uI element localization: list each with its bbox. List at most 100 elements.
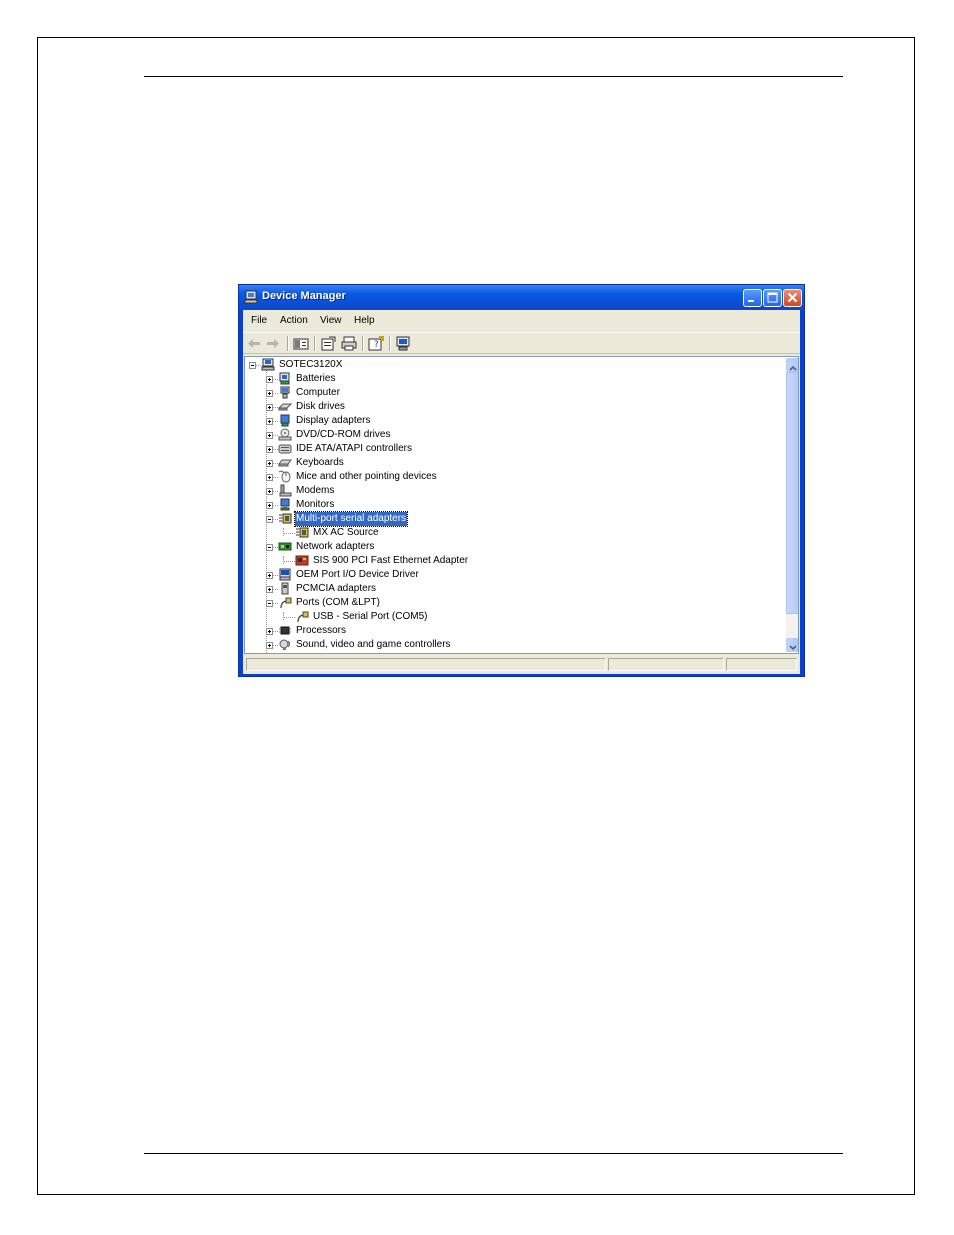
tree-row[interactable]: Modems (245, 484, 785, 498)
expand-toggle[interactable] (266, 572, 273, 579)
tree-row[interactable]: Keyboards (245, 456, 785, 470)
scroll-thumb[interactable] (786, 372, 798, 614)
menu-view[interactable]: View (320, 315, 342, 326)
toolbar: ? (243, 332, 800, 354)
tree-row[interactable]: OEM Port I/O Device Driver (245, 568, 785, 582)
serial-adapter-icon (279, 513, 292, 524)
menu-bar: File Action View Help (243, 310, 800, 332)
tree-row-child[interactable]: MX AC Source (245, 526, 785, 540)
forward-arrow-icon[interactable] (265, 336, 281, 351)
scroll-up-button[interactable] (786, 358, 798, 372)
collapse-toggle[interactable] (249, 362, 256, 369)
properties-icon[interactable] (320, 336, 336, 351)
vertical-scrollbar[interactable] (786, 358, 798, 652)
menu-file[interactable]: File (251, 315, 267, 326)
ide-controller-icon (278, 444, 292, 454)
expand-toggle[interactable] (266, 460, 273, 467)
scan-hardware-icon[interactable] (395, 336, 411, 351)
computer-icon (261, 358, 275, 371)
help-icon[interactable]: ? (368, 336, 384, 351)
expand-toggle[interactable] (266, 502, 273, 509)
tree-row[interactable]: Ports (COM &LPT) (245, 596, 785, 610)
tree-label: DVD/CD-ROM drives (296, 429, 391, 440)
cdrom-icon (278, 428, 292, 441)
expand-toggle[interactable] (266, 446, 273, 453)
computer-icon (280, 386, 290, 399)
tree-row[interactable]: DVD/CD-ROM drives (245, 428, 785, 442)
tree-label-child: USB - Serial Port (COM5) (313, 611, 428, 622)
tree-row[interactable]: Processors (245, 624, 785, 638)
show-hide-tree-icon[interactable] (293, 336, 309, 351)
collapse-toggle[interactable] (266, 600, 273, 607)
back-arrow-icon[interactable] (246, 336, 262, 351)
tree-label: Processors (296, 625, 347, 636)
keyboard-icon (278, 459, 292, 467)
expand-toggle[interactable] (266, 432, 273, 439)
tree-label: Network adapters (296, 541, 375, 552)
print-icon[interactable] (341, 336, 357, 351)
processor-icon (279, 626, 291, 635)
close-icon (787, 292, 798, 303)
device-tree[interactable]: SOTEC3120X Batteries Computer Disk drive… (244, 356, 799, 654)
chevron-down-icon (789, 645, 797, 651)
header-rule (144, 76, 843, 77)
tree-label: Mice and other pointing devices (296, 471, 437, 482)
tree-guide-line (283, 561, 295, 562)
expand-toggle[interactable] (266, 390, 273, 397)
sound-icon (279, 639, 290, 650)
monitor-icon (280, 498, 290, 511)
tree-row[interactable]: Sound, video and game controllers (245, 638, 785, 652)
modem-icon (279, 484, 292, 497)
device-manager-window: Device Manager File Action View Help ? S… (238, 284, 805, 677)
tree-row[interactable]: Batteries (245, 372, 785, 386)
network-card-icon (295, 555, 309, 566)
port-icon (280, 597, 292, 609)
disk-drive-icon (278, 403, 292, 411)
window-client: File Action View Help ? SOTEC3120X Batte… (243, 310, 800, 674)
title-bar[interactable]: Device Manager (239, 285, 804, 310)
tree-row[interactable]: Monitors (245, 498, 785, 512)
tree-label-root: SOTEC3120X (279, 359, 343, 370)
tree-label-selected: Multi-port serial adapters (293, 511, 409, 527)
maximize-icon (767, 292, 778, 303)
expand-toggle[interactable] (266, 376, 273, 383)
tree-row[interactable]: Network adapters (245, 540, 785, 554)
footer-rule (144, 1153, 843, 1154)
expand-toggle[interactable] (266, 488, 273, 495)
expand-toggle[interactable] (266, 642, 273, 649)
toolbar-separator (389, 336, 391, 351)
tree-row-selected[interactable]: Multi-port serial adapters (245, 511, 785, 527)
collapse-toggle[interactable] (266, 544, 273, 551)
display-adapter-icon (280, 414, 290, 427)
minimize-button[interactable] (743, 289, 762, 307)
tree-label: Display adapters (296, 415, 371, 426)
collapse-toggle[interactable] (266, 516, 273, 523)
device-manager-icon (244, 290, 258, 304)
expand-toggle[interactable] (266, 586, 273, 593)
tree-row[interactable]: Disk drives (245, 400, 785, 414)
menu-help[interactable]: Help (354, 315, 375, 326)
tree-row[interactable]: IDE ATA/ATAPI controllers (245, 442, 785, 456)
network-adapter-icon (278, 542, 292, 551)
expand-toggle[interactable] (266, 418, 273, 425)
tree-row[interactable]: Mice and other pointing devices (245, 470, 785, 484)
tree-row[interactable]: Display adapters (245, 414, 785, 428)
toolbar-separator (362, 336, 364, 351)
tree-label-child: SIS 900 PCI Fast Ethernet Adapter (313, 555, 469, 566)
tree-row-root[interactable]: SOTEC3120X (245, 358, 785, 372)
scroll-down-button[interactable] (786, 638, 798, 652)
tree-row-child[interactable]: SIS 900 PCI Fast Ethernet Adapter (245, 554, 785, 568)
serial-adapter-icon (296, 527, 309, 538)
expand-toggle[interactable] (266, 404, 273, 411)
menu-action[interactable]: Action (280, 315, 308, 326)
tree-row[interactable]: Computer (245, 386, 785, 400)
tree-label: PCMCIA adapters (296, 583, 377, 594)
status-bar (244, 656, 799, 673)
close-button[interactable] (783, 289, 802, 307)
maximize-button[interactable] (763, 289, 782, 307)
port-driver-icon (279, 568, 291, 581)
expand-toggle[interactable] (266, 628, 273, 635)
tree-row-child[interactable]: USB - Serial Port (COM5) (245, 610, 785, 624)
expand-toggle[interactable] (266, 474, 273, 481)
tree-row[interactable]: PCMCIA adapters (245, 582, 785, 596)
